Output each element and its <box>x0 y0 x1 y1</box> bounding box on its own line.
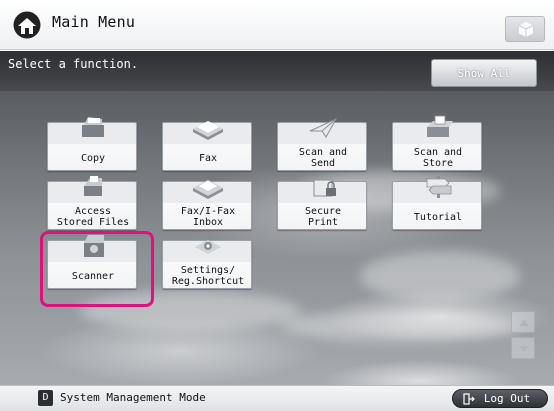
tutorial-button[interactable]: Tutorial <box>392 176 482 230</box>
fax-ifax-inbox-label-line1: Fax/I-Fax <box>180 206 236 217</box>
scan-store-icon <box>427 115 453 137</box>
scan-and-store-label-line1: Scan and <box>413 147 463 158</box>
settings-reg-shortcut-label-line1: Settings/ <box>180 265 236 276</box>
settings-shortcut-button[interactable] <box>505 16 545 42</box>
system-management-label: System Management Mode <box>60 391 206 404</box>
secure-print-icon <box>313 179 336 197</box>
copy-label: Copy <box>80 153 106 164</box>
settings-reg-shortcut-button[interactable]: Settings/ Reg.Shortcut <box>162 240 252 289</box>
scroll-up-button[interactable] <box>511 311 535 333</box>
settings-reg-shortcut-label-line2: Reg.Shortcut <box>171 276 245 287</box>
system-management-icon: D <box>38 390 53 406</box>
page-title: Main Menu <box>52 13 136 31</box>
tutorial-label: Tutorial <box>413 212 463 223</box>
main-menu-screen: Main Menu Select a function. Show All Co… <box>0 0 554 411</box>
scan-and-send-label-line2: Send <box>310 158 336 169</box>
signpost-icon <box>426 176 452 198</box>
scan-and-send-button[interactable]: Scan and Send <box>277 117 367 171</box>
paper-plane-icon <box>309 117 338 138</box>
stored-files-icon <box>84 176 102 196</box>
logout-icon <box>463 393 475 405</box>
home-icon <box>13 11 41 39</box>
access-stored-files-label-line1: Access <box>74 206 112 217</box>
secure-print-button[interactable]: Secure Print <box>277 179 367 230</box>
scroll-down-button[interactable] <box>511 337 535 359</box>
fax-ifax-inbox-button[interactable]: Fax/I-Fax Inbox <box>162 180 252 230</box>
scan-and-send-label-line1: Scan and <box>298 147 348 158</box>
inbox-icon <box>193 180 223 199</box>
copy-button[interactable]: Copy <box>47 117 137 171</box>
access-stored-files-button[interactable]: Access Stored Files <box>47 176 137 230</box>
instruction-text: Select a function. <box>8 57 139 71</box>
arrow-down-icon <box>519 346 529 352</box>
show-all-button[interactable]: Show All <box>431 59 537 87</box>
logout-button[interactable]: Log Out <box>452 389 548 408</box>
arrow-up-icon <box>519 320 529 326</box>
cube-icon <box>518 22 534 37</box>
selection-highlight <box>40 231 154 307</box>
access-stored-files-label-line2: Stored Files <box>56 217 130 228</box>
scan-and-store-button[interactable]: Scan and Store <box>392 115 482 171</box>
scan-and-store-label-line2: Store <box>422 158 454 169</box>
secure-print-label-line2: Print <box>307 217 339 228</box>
copier-icon <box>82 117 104 137</box>
fax-ifax-inbox-label-line2: Inbox <box>192 217 224 228</box>
gear-icon <box>195 240 221 254</box>
fax-button[interactable]: Fax <box>162 121 252 171</box>
title-bar: Main Menu <box>0 0 554 50</box>
logout-label: Log Out <box>483 392 531 405</box>
secure-print-label-line1: Secure <box>304 206 342 217</box>
fax-icon <box>193 121 223 140</box>
fax-label: Fax <box>198 153 218 164</box>
